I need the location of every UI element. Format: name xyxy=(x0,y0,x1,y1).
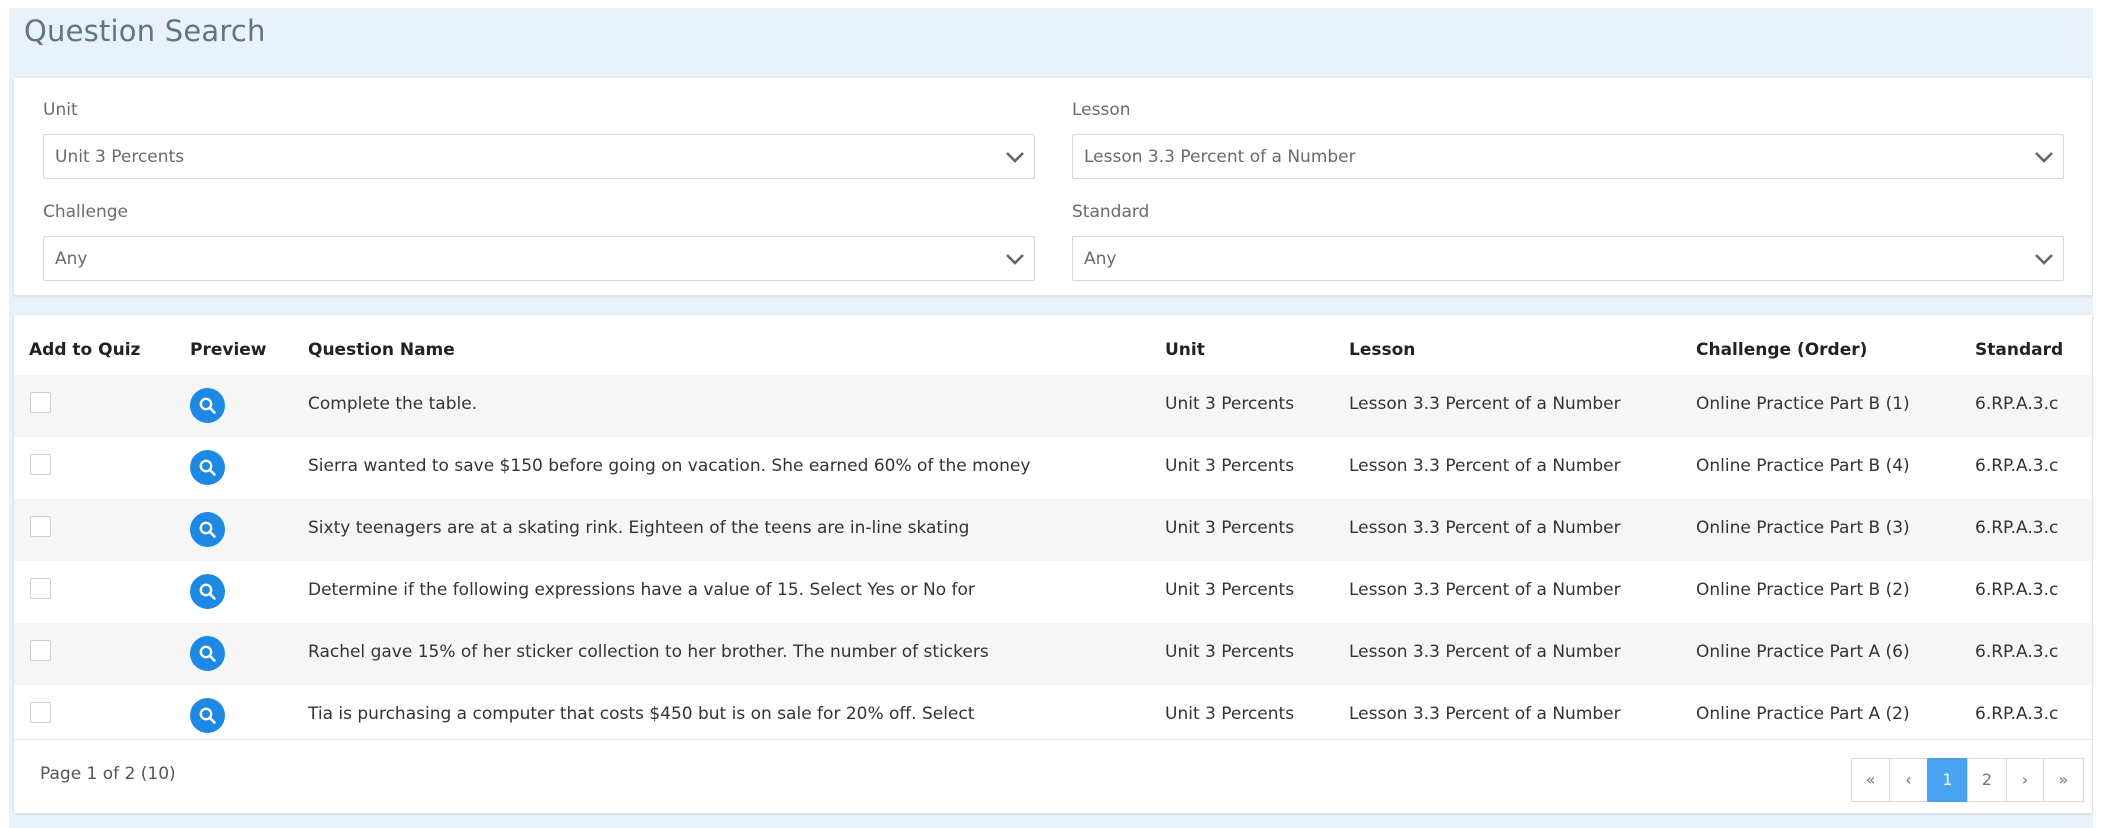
preview-button[interactable] xyxy=(190,450,225,485)
table-row: Determine if the following expressions h… xyxy=(14,561,2092,623)
row-challenge: Online Practice Part B (3) xyxy=(1696,518,1910,538)
chevron-down-icon xyxy=(2035,152,2053,163)
table-row: Tia is purchasing a computer that costs … xyxy=(14,685,2092,747)
standard-select-value: Any xyxy=(1084,249,1117,269)
row-challenge: Online Practice Part A (6) xyxy=(1696,642,1910,662)
search-icon xyxy=(199,707,216,724)
row-challenge: Online Practice Part B (2) xyxy=(1696,580,1910,600)
unit-select-value: Unit 3 Percents xyxy=(55,147,185,167)
row-standard: 6.RP.A.3.c xyxy=(1975,580,2059,600)
add-to-quiz-checkbox[interactable] xyxy=(30,392,51,413)
row-standard: 6.RP.A.3.c xyxy=(1975,642,2059,662)
row-standard: 6.RP.A.3.c xyxy=(1975,456,2059,476)
question-name: Complete the table. xyxy=(308,394,478,414)
row-unit: Unit 3 Percents xyxy=(1165,456,1295,476)
row-unit: Unit 3 Percents xyxy=(1165,580,1295,600)
first-page-button[interactable]: « xyxy=(1851,758,1890,802)
standard-select[interactable]: Any xyxy=(1072,236,2064,281)
row-challenge: Online Practice Part A (2) xyxy=(1696,704,1910,724)
table-row: Rachel gave 15% of her sticker collectio… xyxy=(14,623,2092,685)
row-lesson: Lesson 3.3 Percent of a Number xyxy=(1349,580,1621,600)
question-name: Determine if the following expressions h… xyxy=(308,580,975,600)
unit-select[interactable]: Unit 3 Percents xyxy=(43,134,1035,179)
table-row: Sixty teenagers are at a skating rink. E… xyxy=(14,499,2092,561)
row-challenge: Online Practice Part B (4) xyxy=(1696,456,1910,476)
challenge-label: Challenge xyxy=(43,202,128,222)
page: Question Search Unit Unit 3 Percents Les… xyxy=(9,8,2093,828)
search-icon xyxy=(199,459,216,476)
lesson-label: Lesson xyxy=(1072,100,1131,120)
add-to-quiz-checkbox[interactable] xyxy=(30,640,51,661)
add-to-quiz-checkbox[interactable] xyxy=(30,454,51,475)
challenge-select-value: Any xyxy=(55,249,88,269)
page-info: Page 1 of 2 (10) xyxy=(40,764,176,784)
results-table: Add to Quiz Preview Question Name Unit L… xyxy=(14,315,2092,813)
table-row: Sierra wanted to save $150 before going … xyxy=(14,437,2092,499)
row-unit: Unit 3 Percents xyxy=(1165,394,1295,414)
row-unit: Unit 3 Percents xyxy=(1165,642,1295,662)
search-icon xyxy=(199,645,216,662)
row-lesson: Lesson 3.3 Percent of a Number xyxy=(1349,518,1621,538)
chevron-down-icon xyxy=(1006,254,1024,265)
col-header-challenge: Challenge (Order) xyxy=(1696,340,1868,360)
col-header-add: Add to Quiz xyxy=(29,340,141,360)
search-icon xyxy=(199,583,216,600)
standard-label: Standard xyxy=(1072,202,1150,222)
chevron-down-icon xyxy=(1006,152,1024,163)
page-button-2[interactable]: 2 xyxy=(1967,758,2007,802)
row-standard: 6.RP.A.3.c xyxy=(1975,704,2059,724)
col-header-unit: Unit xyxy=(1165,340,1205,360)
chevron-down-icon xyxy=(2035,254,2053,265)
last-page-button[interactable]: » xyxy=(2043,758,2084,802)
challenge-select[interactable]: Any xyxy=(43,236,1035,281)
preview-button[interactable] xyxy=(190,636,225,671)
preview-button[interactable] xyxy=(190,574,225,609)
row-lesson: Lesson 3.3 Percent of a Number xyxy=(1349,394,1621,414)
preview-button[interactable] xyxy=(190,388,225,423)
table-row: Complete the table. Unit 3 Percents Lesson… xyxy=(14,375,2092,437)
lesson-select[interactable]: Lesson 3.3 Percent of a Number xyxy=(1072,134,2064,179)
question-name: Sierra wanted to save $150 before going … xyxy=(308,456,1031,476)
question-name: Rachel gave 15% of her sticker collectio… xyxy=(308,642,989,662)
search-icon xyxy=(199,397,216,414)
prev-page-button[interactable]: ‹ xyxy=(1889,758,1928,802)
row-standard: 6.RP.A.3.c xyxy=(1975,394,2059,414)
row-challenge: Online Practice Part B (1) xyxy=(1696,394,1910,414)
page-title: Question Search xyxy=(24,14,266,48)
col-header-lesson: Lesson xyxy=(1349,340,1416,360)
row-lesson: Lesson 3.3 Percent of a Number xyxy=(1349,642,1621,662)
preview-button[interactable] xyxy=(190,512,225,547)
add-to-quiz-checkbox[interactable] xyxy=(30,578,51,599)
unit-label: Unit xyxy=(43,100,78,120)
row-unit: Unit 3 Percents xyxy=(1165,518,1295,538)
lesson-select-value: Lesson 3.3 Percent of a Number xyxy=(1084,147,1356,167)
col-header-preview: Preview xyxy=(190,340,267,360)
add-to-quiz-checkbox[interactable] xyxy=(30,702,51,723)
row-standard: 6.RP.A.3.c xyxy=(1975,518,2059,538)
page-button-1[interactable]: 1 xyxy=(1927,758,1968,802)
col-header-standard: Standard xyxy=(1975,340,2064,360)
table-footer-divider xyxy=(14,739,2092,740)
preview-button[interactable] xyxy=(190,698,225,733)
col-header-name: Question Name xyxy=(308,340,455,360)
next-page-button[interactable]: › xyxy=(2006,758,2044,802)
question-name: Sixty teenagers are at a skating rink. E… xyxy=(308,518,970,538)
row-unit: Unit 3 Percents xyxy=(1165,704,1295,724)
search-icon xyxy=(199,521,216,538)
row-lesson: Lesson 3.3 Percent of a Number xyxy=(1349,456,1621,476)
row-lesson: Lesson 3.3 Percent of a Number xyxy=(1349,704,1621,724)
add-to-quiz-checkbox[interactable] xyxy=(30,516,51,537)
question-name: Tia is purchasing a computer that costs … xyxy=(308,704,975,724)
filter-panel: Unit Unit 3 Percents Lesson Lesson 3.3 P… xyxy=(14,78,2092,295)
